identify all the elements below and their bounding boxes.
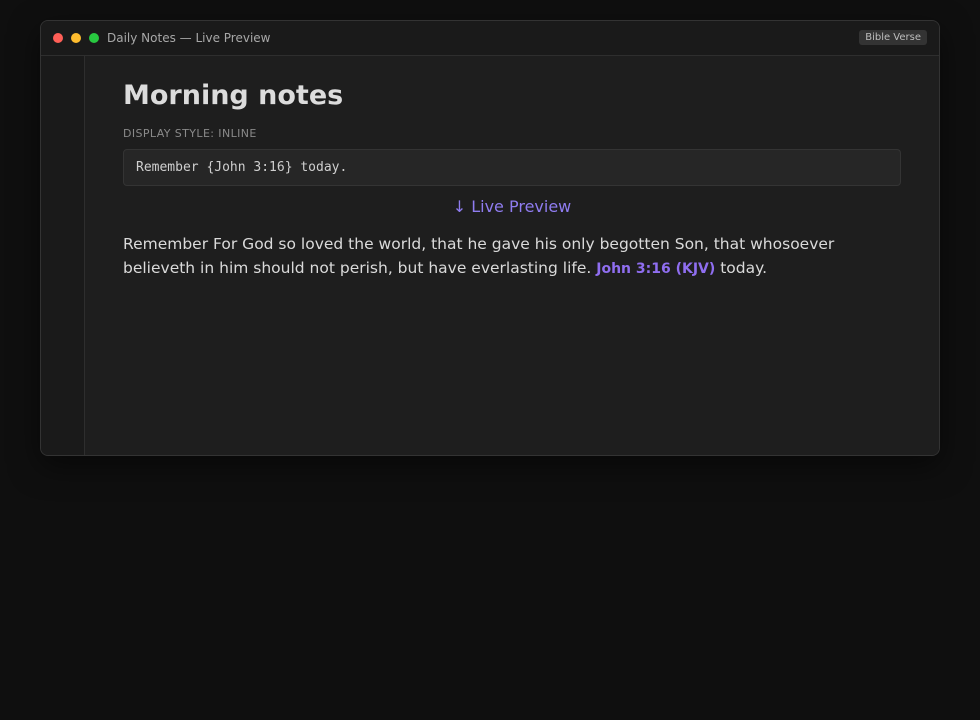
note-title: Morning notes [123, 80, 344, 111]
rendered-preview: Remember For God so loved the world, tha… [123, 232, 905, 281]
title-bar: Daily Notes — Live Preview Bible Verse [41, 21, 939, 56]
display-style-label: DISPLAY STYLE: INLINE [123, 127, 257, 140]
source-code-block[interactable]: Remember {John 3:16} today. [123, 149, 901, 186]
verse-reference-link[interactable]: John 3:16 (KJV) [596, 261, 715, 277]
source-code-text: Remember {John 3:16} today. [136, 160, 348, 175]
live-preview-heading: ↓ Live Preview [452, 197, 572, 216]
app-window: Daily Notes — Live Preview Bible Verse M… [40, 20, 940, 456]
close-window-button[interactable] [53, 33, 63, 43]
window-title: Daily Notes — Live Preview [107, 31, 271, 45]
minimize-window-button[interactable] [71, 33, 81, 43]
maximize-window-button[interactable] [89, 33, 99, 43]
editor-pane: Morning notes DISPLAY STYLE: INLINE Reme… [85, 56, 939, 455]
preview-text-after: today. [715, 259, 767, 277]
sidebar [41, 56, 85, 455]
plugin-badge: Bible Verse [859, 30, 927, 45]
preview-text-before: Remember [123, 235, 214, 253]
